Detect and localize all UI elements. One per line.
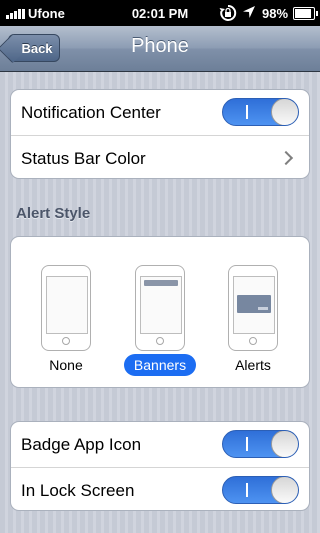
toggle-knob — [271, 431, 298, 457]
toggle-on-mark — [246, 437, 248, 451]
alert-style-alerts-icon[interactable] — [228, 265, 278, 351]
badge-settings-group: Badge App Icon In Lock Screen — [10, 421, 310, 511]
alert-style-banners-icon[interactable] — [135, 265, 185, 351]
badge-app-icon-toggle[interactable] — [222, 430, 299, 458]
alert-option-none[interactable]: None — [30, 357, 102, 373]
badge-app-icon-label: Badge App Icon — [21, 435, 142, 454]
notification-settings-group: Notification Center Status Bar Color — [10, 89, 310, 179]
toggle-on-mark — [246, 483, 248, 497]
toggle-knob — [271, 477, 298, 503]
status-bar-color-row[interactable]: Status Bar Color — [11, 135, 309, 179]
notification-center-toggle[interactable] — [222, 98, 299, 126]
status-bar: Ufone 02:01 PM 98% — [0, 0, 320, 26]
badge-app-icon-row: Badge App Icon — [11, 422, 309, 466]
alert-option-alerts[interactable]: Alerts — [217, 357, 289, 373]
in-lock-screen-toggle[interactable] — [222, 476, 299, 504]
status-bar-color-label: Status Bar Color — [21, 149, 146, 168]
rotation-lock-icon — [219, 4, 237, 21]
notification-center-label: Notification Center — [21, 103, 161, 122]
navigation-bar: Back Phone — [0, 26, 320, 72]
alert-option-banners[interactable]: Banners — [124, 354, 196, 376]
toggle-on-mark — [246, 105, 248, 119]
alert-style-none-icon[interactable] — [41, 265, 91, 351]
battery-icon — [293, 7, 318, 20]
notification-center-row: Notification Center — [11, 90, 309, 134]
battery-percentage: 98% — [262, 6, 289, 21]
toggle-knob — [271, 99, 298, 125]
alert-style-header: Alert Style — [16, 205, 91, 222]
chevron-right-icon — [278, 150, 294, 166]
in-lock-screen-row: In Lock Screen — [11, 467, 309, 511]
back-button[interactable]: Back — [8, 34, 60, 62]
alert-style-group: None Banners Alerts — [10, 236, 310, 388]
location-icon — [243, 6, 255, 18]
in-lock-screen-label: In Lock Screen — [21, 481, 135, 500]
